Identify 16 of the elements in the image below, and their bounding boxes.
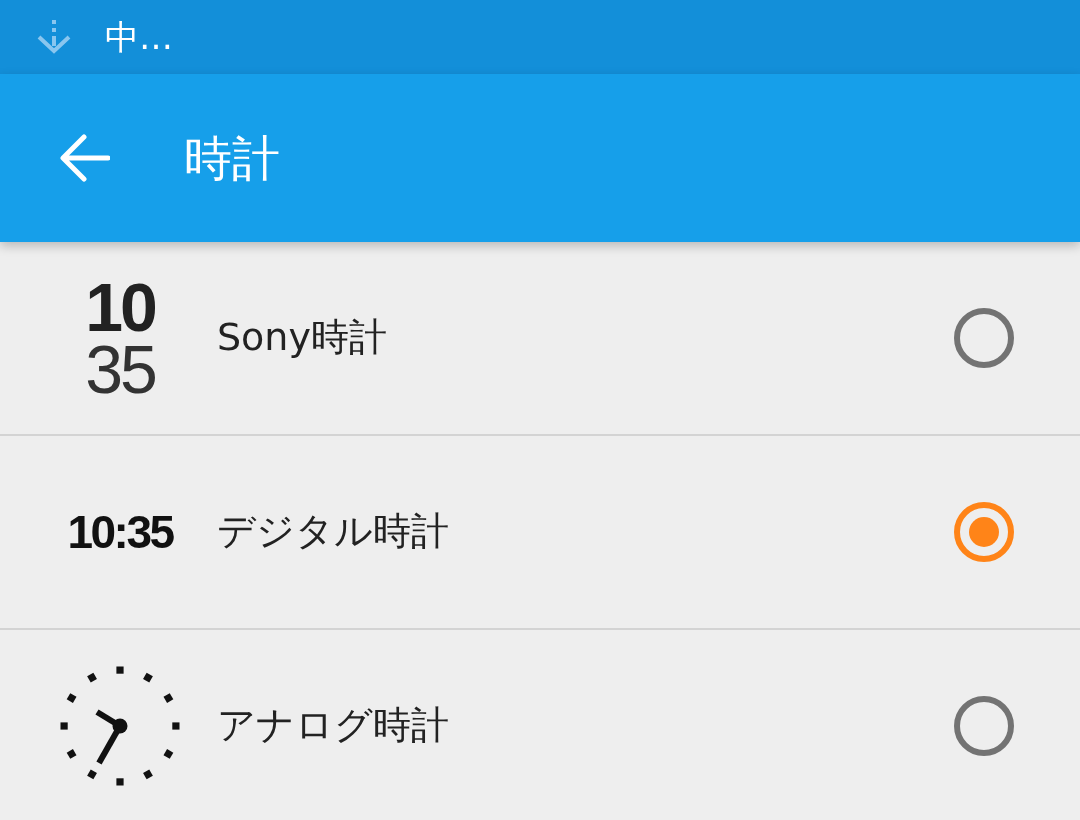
option-label: デジタル時計 [217,509,450,555]
radio-button[interactable] [954,502,1014,562]
radio-button[interactable] [954,696,1014,756]
notification-text: 中… [105,20,173,54]
download-icon [37,20,71,54]
list-item[interactable]: 10:35 デジタル時計 [0,436,1080,630]
digital-time: 10:35 [67,509,173,555]
list-item[interactable]: アナログ時計 [0,630,1080,820]
screen-title: 時計 [184,134,280,182]
option-label: Sony時計 [217,315,388,361]
radio-button[interactable] [954,308,1014,368]
hour-digits: 10 [85,276,155,338]
minute-digits: 35 [85,338,155,400]
back-arrow-icon [60,134,110,182]
option-label: アナログ時計 [217,703,450,749]
analog-clock-icon [59,665,181,787]
